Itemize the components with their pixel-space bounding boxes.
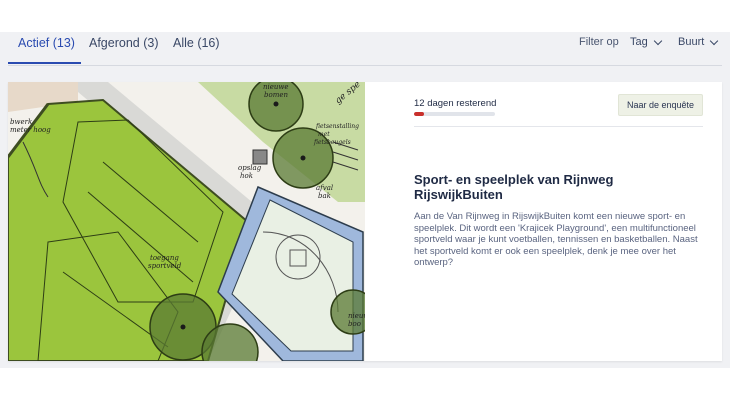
filter-label: Filter op [579,36,619,48]
chevron-down-icon [710,36,719,45]
tag-dropdown-label: Tag [630,36,648,48]
tag-dropdown[interactable]: Tag [630,36,662,48]
active-tab-indicator [8,62,81,64]
map-label-fence-2: meter hoog [10,126,51,134]
project-title[interactable]: Sport- en speelplek van Rijnweg Rijswijk… [414,172,704,202]
card-divider [414,126,703,127]
project-description: Aan de Van Rijnweg in RijswijkBuiten kom… [414,211,698,268]
tab-all[interactable]: Alle (16) [173,36,220,50]
map-label-trees-2: bomen [264,91,288,99]
project-card[interactable]: nieuwe bomen ge spe bwerk meter hoog fie… [8,82,722,361]
map-label-fence-1: bwerk [10,118,32,126]
tab-active[interactable]: Actief (13) [18,36,75,50]
days-remaining: 12 dagen resterend [414,98,497,109]
map-label-storage-1: opslag [238,164,262,172]
map-label-field-2: sportveld [148,262,182,270]
neighbourhood-dropdown[interactable]: Buurt [678,36,719,48]
map-label-trees-1: nieuwe [263,83,289,91]
map-label-field-1: toegang [150,254,179,262]
map-label-storage-2: hok [240,172,253,180]
tabs-divider [8,65,722,66]
site-plan-drawing: nieuwe bomen ge spe bwerk meter hoog fie… [8,82,365,361]
map-label-bike-1: fietsenstalling [315,123,359,130]
map-label-waste-2: bak [318,192,331,200]
map-label-newtrees-1: nieuw [348,312,365,320]
time-progress-fill [414,112,424,116]
go-to-survey-button[interactable]: Naar de enquête [618,94,703,116]
map-label-bike-2: met [318,131,330,138]
project-map-image: nieuwe bomen ge spe bwerk meter hoog fie… [8,82,365,361]
tab-completed[interactable]: Afgerond (3) [89,36,158,50]
map-label-bike-3: fietsbeugels [313,139,351,146]
map-label-newtrees-2: boo [348,320,361,328]
time-progress-bar [414,112,495,116]
neighbourhood-dropdown-label: Buurt [678,36,705,48]
map-label-waste-1: afval [316,184,333,192]
tab-bar: Actief (13) Afgerond (3) Alle (16) [0,32,730,66]
chevron-down-icon [653,36,662,45]
